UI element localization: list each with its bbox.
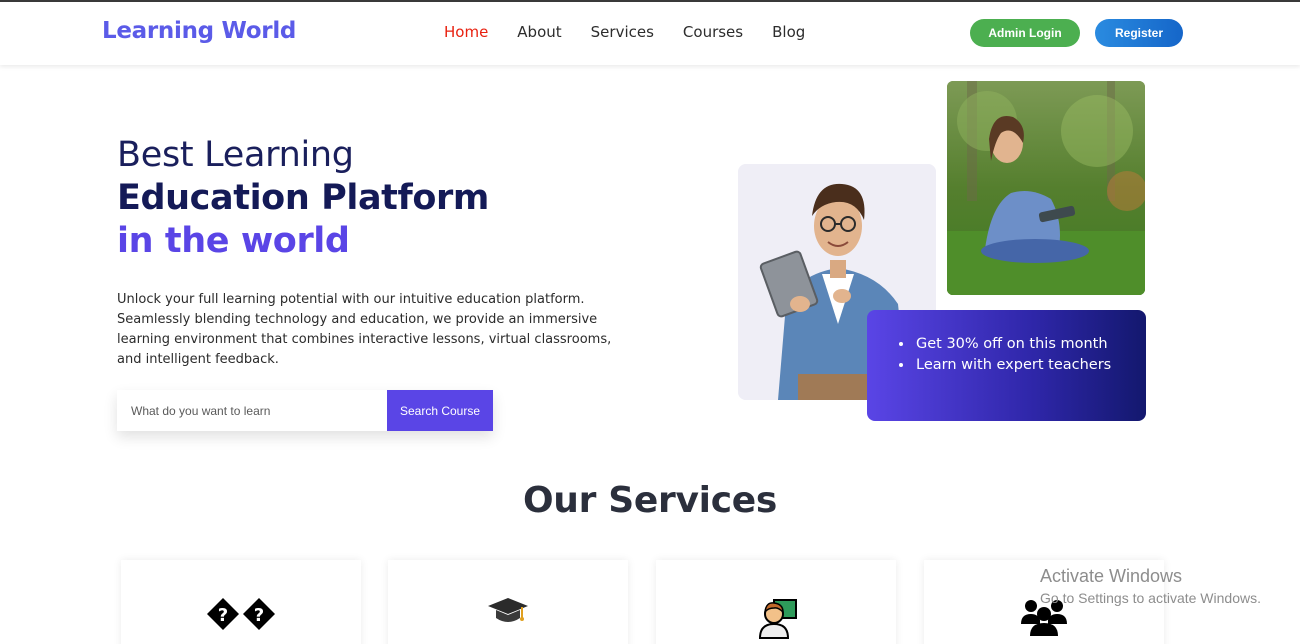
register-button[interactable]: Register — [1095, 19, 1183, 47]
site-logo[interactable]: Learning World — [102, 18, 296, 44]
admin-login-button[interactable]: Admin Login — [970, 19, 1080, 47]
svg-text:?: ? — [254, 605, 264, 626]
graduation-cap-icon — [388, 596, 628, 628]
services-title: Our Services — [522, 480, 777, 521]
watermark-subtitle: Go to Settings to activate Windows. — [1040, 590, 1261, 606]
promo-item-teachers: Learn with expert teachers — [914, 355, 1146, 376]
teacher-icon — [656, 596, 896, 640]
unknown-glyph-icon: ? ? — [121, 596, 361, 636]
nav-blog[interactable]: Blog — [772, 23, 805, 41]
site-header: Learning World Home About Services Cours… — [0, 2, 1300, 65]
promo-card: Get 30% off on this month Learn with exp… — [867, 310, 1146, 421]
nav-services[interactable]: Services — [591, 23, 654, 41]
girl-on-grass-photo — [947, 81, 1145, 295]
hero-title-line1: Best Learning — [117, 135, 354, 175]
nav-home[interactable]: Home — [444, 23, 488, 41]
promo-item-discount: Get 30% off on this month — [914, 334, 1146, 355]
course-search-bar: Search Course — [117, 390, 493, 431]
service-card[interactable] — [656, 560, 896, 644]
service-card[interactable]: ? ? — [121, 560, 361, 644]
hero-title-line3: in the world — [117, 221, 350, 261]
search-course-button[interactable]: Search Course — [387, 390, 493, 431]
nav-courses[interactable]: Courses — [683, 23, 743, 41]
windows-activation-watermark: Activate Windows Go to Settings to activ… — [1040, 566, 1261, 606]
svg-text:?: ? — [218, 605, 228, 626]
hero-description: Unlock your full learning potential with… — [117, 292, 612, 367]
hero-title-line2: Education Platform — [117, 178, 489, 218]
nav-about[interactable]: About — [517, 23, 561, 41]
course-search-input[interactable] — [117, 390, 387, 431]
main-nav: Home About Services Courses Blog — [444, 23, 805, 41]
watermark-title: Activate Windows — [1040, 566, 1183, 586]
service-card[interactable] — [388, 560, 628, 644]
promo-list: Get 30% off on this month Learn with exp… — [914, 334, 1146, 376]
